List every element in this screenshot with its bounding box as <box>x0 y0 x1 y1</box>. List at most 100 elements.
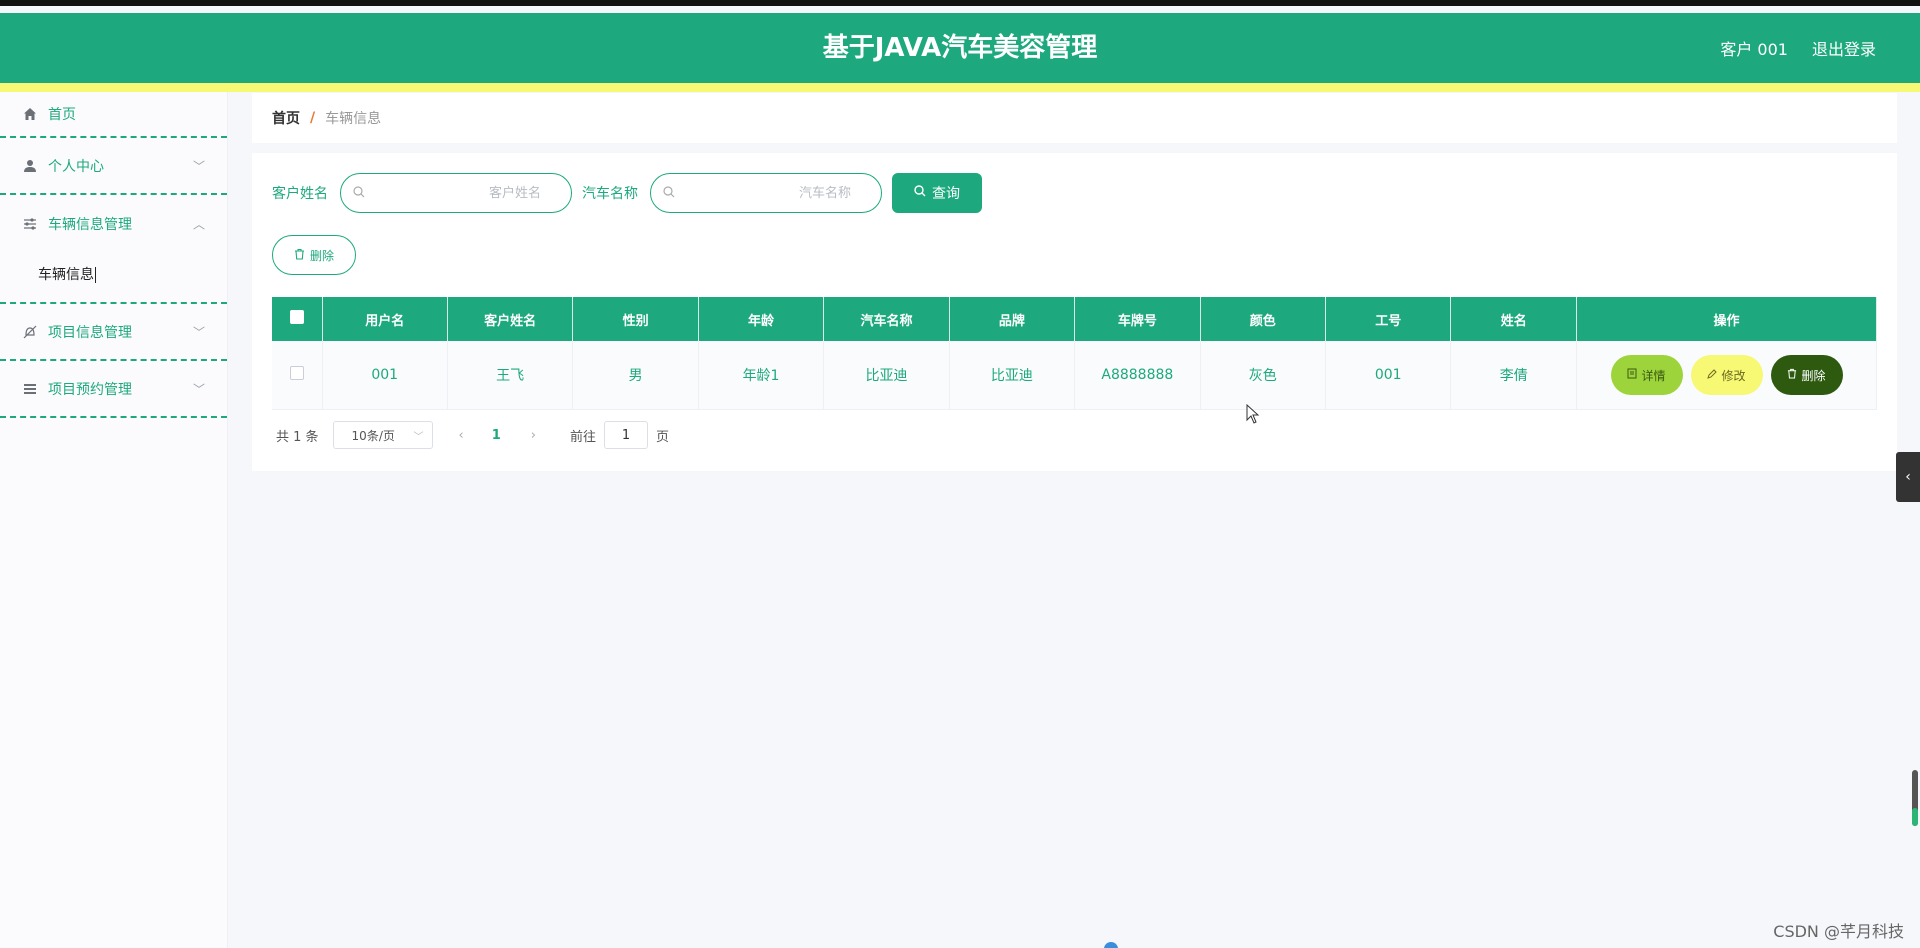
page-size-value: 10条/页 <box>351 428 395 443</box>
sidebar-item-label: 项目信息管理 <box>48 324 132 341</box>
chevron-down-icon: ﹀ <box>413 431 424 443</box>
search-row: 客户姓名 汽车名称 查询 <box>272 173 982 213</box>
sidebar-item-vehicle-management[interactable]: 车辆信息管理 ︿ <box>0 195 227 252</box>
edit-button-label: 修改 <box>1721 368 1746 383</box>
breadcrumb-separator: / <box>310 110 316 126</box>
trash-icon <box>1787 368 1797 382</box>
cell-name: 李倩 <box>1450 341 1577 410</box>
chevron-down-icon: ﹀ <box>192 325 205 339</box>
list-icon <box>22 381 38 397</box>
column-header: 姓名 <box>1450 297 1577 341</box>
goto-page-input[interactable] <box>604 421 649 449</box>
query-button[interactable]: 查询 <box>892 173 982 213</box>
detail-button[interactable]: 详情 <box>1610 355 1683 395</box>
goto-label: 前往 <box>570 429 597 445</box>
customer-name-input[interactable] <box>341 174 571 212</box>
customer-name-field <box>340 173 572 213</box>
sidebar-item-booking-management[interactable]: 项目预约管理 ﹀ <box>0 361 227 418</box>
user-icon <box>22 158 38 174</box>
delete-button[interactable]: 删除 <box>1770 355 1843 395</box>
select-all-checkbox[interactable] <box>289 310 304 324</box>
column-header: 颜色 <box>1200 297 1327 341</box>
next-page-icon[interactable]: › <box>531 428 536 443</box>
page-suffix: 页 <box>656 429 670 445</box>
car-name-label: 汽车名称 <box>582 186 638 202</box>
home-icon <box>22 106 38 122</box>
breadcrumb-current: 车辆信息 <box>325 111 382 127</box>
chevron-up-icon: ︿ <box>192 217 205 231</box>
total-count: 共 1 条 <box>276 429 319 445</box>
text-caret <box>95 267 96 283</box>
cell-actions: 详情 修改 删除 <box>1576 341 1877 410</box>
row-checkbox[interactable] <box>289 366 304 380</box>
cell-age: 年龄1 <box>698 341 825 410</box>
sidebar-item-personal-center[interactable]: 个人中心 ﹀ <box>0 138 227 195</box>
batch-delete-button[interactable]: 删除 <box>272 235 356 275</box>
table-header-row: 用户名 客户姓名 性别 年龄 汽车名称 品牌 车牌号 颜色 工号 姓名 操作 <box>272 297 1877 341</box>
column-header: 年龄 <box>698 297 825 341</box>
prev-page-icon[interactable]: ‹ <box>459 428 464 443</box>
sidebar-subitem-vehicle-info[interactable]: 车辆信息 <box>38 264 96 284</box>
watermark: CSDN @芊月科技 <box>1773 922 1904 941</box>
cell-customer-name: 王飞 <box>447 341 574 410</box>
sidebar-item-label: 首页 <box>48 107 76 123</box>
page-size-select[interactable]: 10条/页 ﹀ <box>332 421 433 449</box>
chevron-down-icon: ﹀ <box>192 382 205 396</box>
row-select-cell <box>272 341 323 410</box>
mouse-cursor-icon <box>1246 403 1260 429</box>
column-header: 客户姓名 <box>447 297 574 341</box>
cell-plate: A8888888 <box>1074 341 1201 410</box>
column-header: 品牌 <box>949 297 1076 341</box>
sidebar-item-label: 个人中心 <box>48 158 104 175</box>
current-user-label[interactable]: 客户 001 <box>1720 36 1788 60</box>
cell-staff-no: 001 <box>1325 341 1452 410</box>
scrollbar-thumb[interactable] <box>1912 808 1918 826</box>
page-number[interactable]: 1 <box>492 428 501 443</box>
sidebar-item-project-management[interactable]: 项目信息管理 ﹀ <box>0 304 227 361</box>
car-name-input[interactable] <box>651 174 881 212</box>
vehicle-table: 用户名 客户姓名 性别 年龄 汽车名称 品牌 车牌号 颜色 工号 姓名 操作 0… <box>272 297 1877 410</box>
column-header: 操作 <box>1576 297 1877 341</box>
column-header: 工号 <box>1325 297 1452 341</box>
sidebar-item-home[interactable]: 首页 <box>0 92 227 138</box>
sidebar-subitem-label: 车辆信息 <box>38 267 94 283</box>
delete-button-label: 删除 <box>1801 368 1826 383</box>
table-row: 001 王飞 男 年龄1 比亚迪 比亚迪 A8888888 灰色 001 李倩 <box>272 341 1877 410</box>
sidebar-item-label: 车辆信息管理 <box>48 216 132 233</box>
column-header: 性别 <box>572 297 699 341</box>
batch-delete-label: 删除 <box>309 248 334 263</box>
query-button-label: 查询 <box>932 186 960 202</box>
status-dot <box>1104 942 1118 948</box>
select-all-cell <box>272 297 323 341</box>
car-name-field <box>650 173 882 213</box>
header-stripe <box>0 83 1920 92</box>
collapse-panel-toggle[interactable]: ‹ <box>1896 452 1920 502</box>
cell-car-name: 比亚迪 <box>823 341 950 410</box>
cell-username: 001 <box>322 341 448 410</box>
breadcrumb: 首页 / 车辆信息 <box>252 93 1897 143</box>
pagination: 共 1 条 10条/页 ﹀ ‹ 1 › 前往 页 <box>276 421 669 449</box>
app-title: 基于JAVA汽车美容管理 <box>822 33 1098 63</box>
sidebar-item-label: 项目预约管理 <box>48 381 132 398</box>
sidebar-submenu: 车辆信息 <box>0 252 227 304</box>
chevron-down-icon: ﹀ <box>192 159 205 173</box>
cell-brand: 比亚迪 <box>949 341 1076 410</box>
window-top-border <box>0 0 1920 6</box>
breadcrumb-home[interactable]: 首页 <box>272 108 300 128</box>
trash-icon <box>294 248 305 263</box>
bell-off-icon <box>22 324 38 340</box>
document-icon <box>1627 368 1637 382</box>
customer-name-label: 客户姓名 <box>272 186 328 202</box>
row-actions: 详情 修改 删除 <box>1577 341 1876 409</box>
column-header: 车牌号 <box>1074 297 1201 341</box>
cell-gender: 男 <box>572 341 699 410</box>
search-icon <box>914 185 926 201</box>
edit-button[interactable]: 修改 <box>1690 355 1763 395</box>
chevron-left-icon: ‹ <box>1905 469 1911 485</box>
content-card: 客户姓名 汽车名称 查询 删除 <box>252 153 1897 471</box>
column-header: 汽车名称 <box>823 297 950 341</box>
cell-color: 灰色 <box>1200 341 1327 410</box>
pencil-icon <box>1707 368 1718 382</box>
sidebar: 首页 个人中心 ﹀ 车辆信息管理 ︿ 车辆信息 项目信息管理 ﹀ 项目预约管理 … <box>0 92 228 948</box>
logout-link[interactable]: 退出登录 <box>1812 36 1876 60</box>
